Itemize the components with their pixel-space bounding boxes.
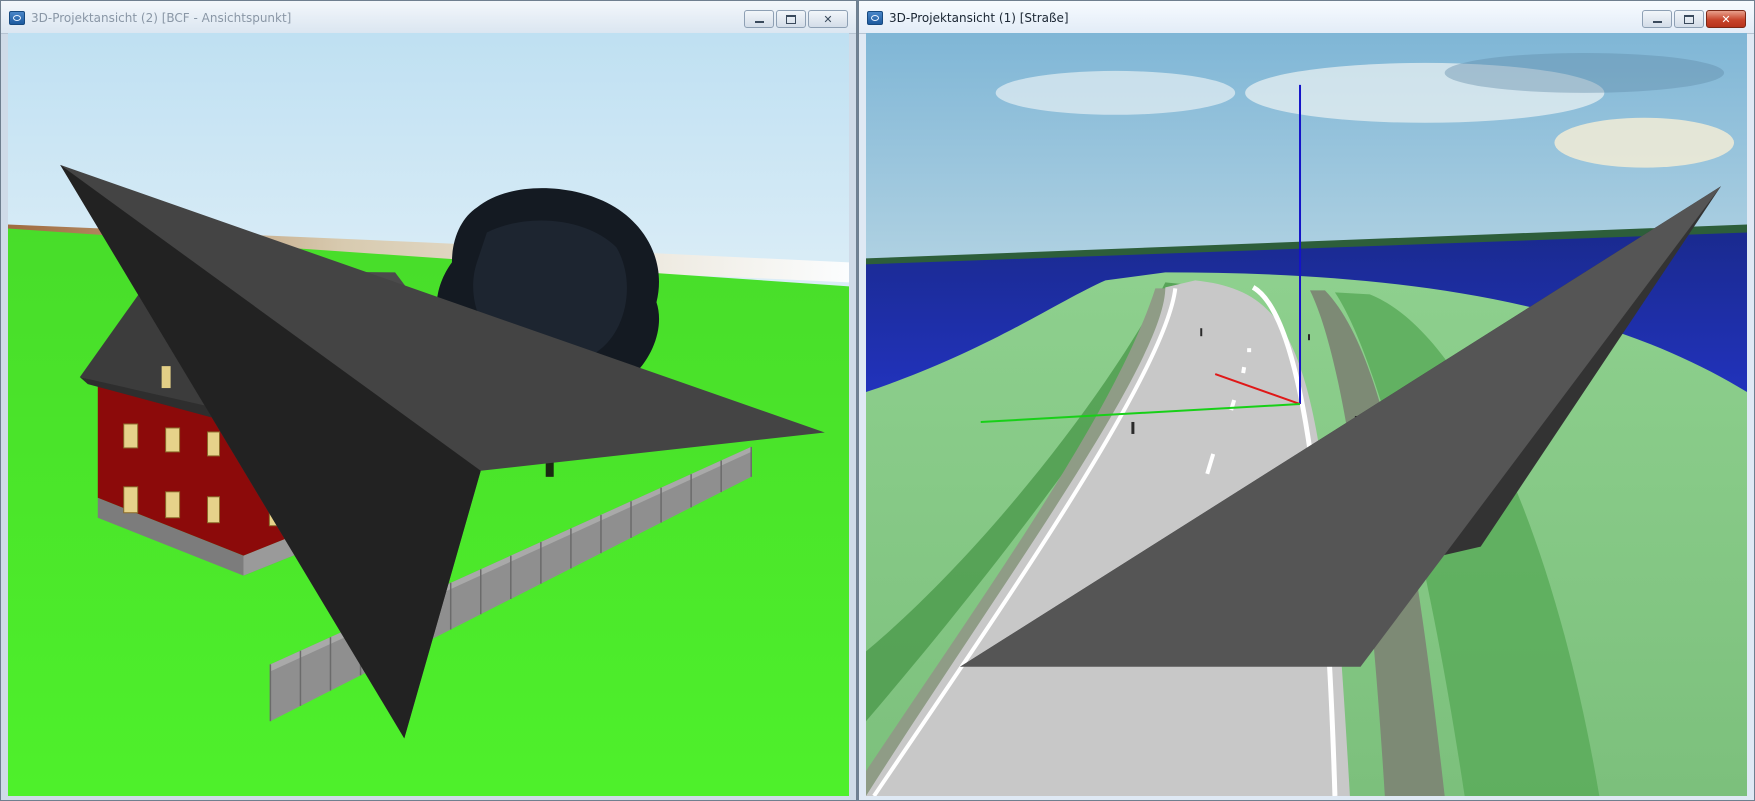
minimize-button[interactable]: [744, 10, 774, 28]
window-title: 3D-Projektansicht (2) [BCF - Ansichtspun…: [31, 11, 292, 25]
app-window-icon[interactable]: [867, 11, 883, 25]
app-window-icon[interactable]: [9, 11, 25, 25]
3d-viewport-house-scene[interactable]: [8, 33, 849, 796]
close-button[interactable]: ✕: [808, 10, 848, 28]
minimize-icon: [745, 11, 773, 27]
project-view-1-window[interactable]: 3D-Projektansicht (1) [Straße] ✕: [858, 0, 1755, 801]
window-title: 3D-Projektansicht (1) [Straße]: [889, 11, 1069, 25]
navigation-arrow-icon[interactable]: [22, 51, 849, 796]
close-icon: ✕: [823, 12, 833, 26]
close-button[interactable]: ✕: [1706, 10, 1746, 28]
window-titlebar[interactable]: 3D-Projektansicht (1) [Straße] ✕: [859, 1, 1754, 34]
minimize-button[interactable]: [1642, 10, 1672, 28]
window-controls: ✕: [1642, 10, 1746, 28]
window-titlebar[interactable]: 3D-Projektansicht (2) [BCF - Ansichtspun…: [1, 1, 856, 34]
close-icon: ✕: [1721, 12, 1731, 26]
window-controls: ✕: [744, 10, 848, 28]
minimize-icon: [1643, 11, 1671, 27]
navigation-arrow-icon[interactable]: [880, 45, 1747, 796]
maximize-button[interactable]: [1674, 10, 1704, 28]
project-view-2-window[interactable]: 3D-Projektansicht (2) [BCF - Ansichtspun…: [0, 0, 857, 801]
maximize-button[interactable]: [776, 10, 806, 28]
3d-viewport-road-scene[interactable]: [866, 33, 1747, 796]
maximize-icon: [777, 11, 805, 27]
maximize-icon: [1675, 11, 1703, 27]
